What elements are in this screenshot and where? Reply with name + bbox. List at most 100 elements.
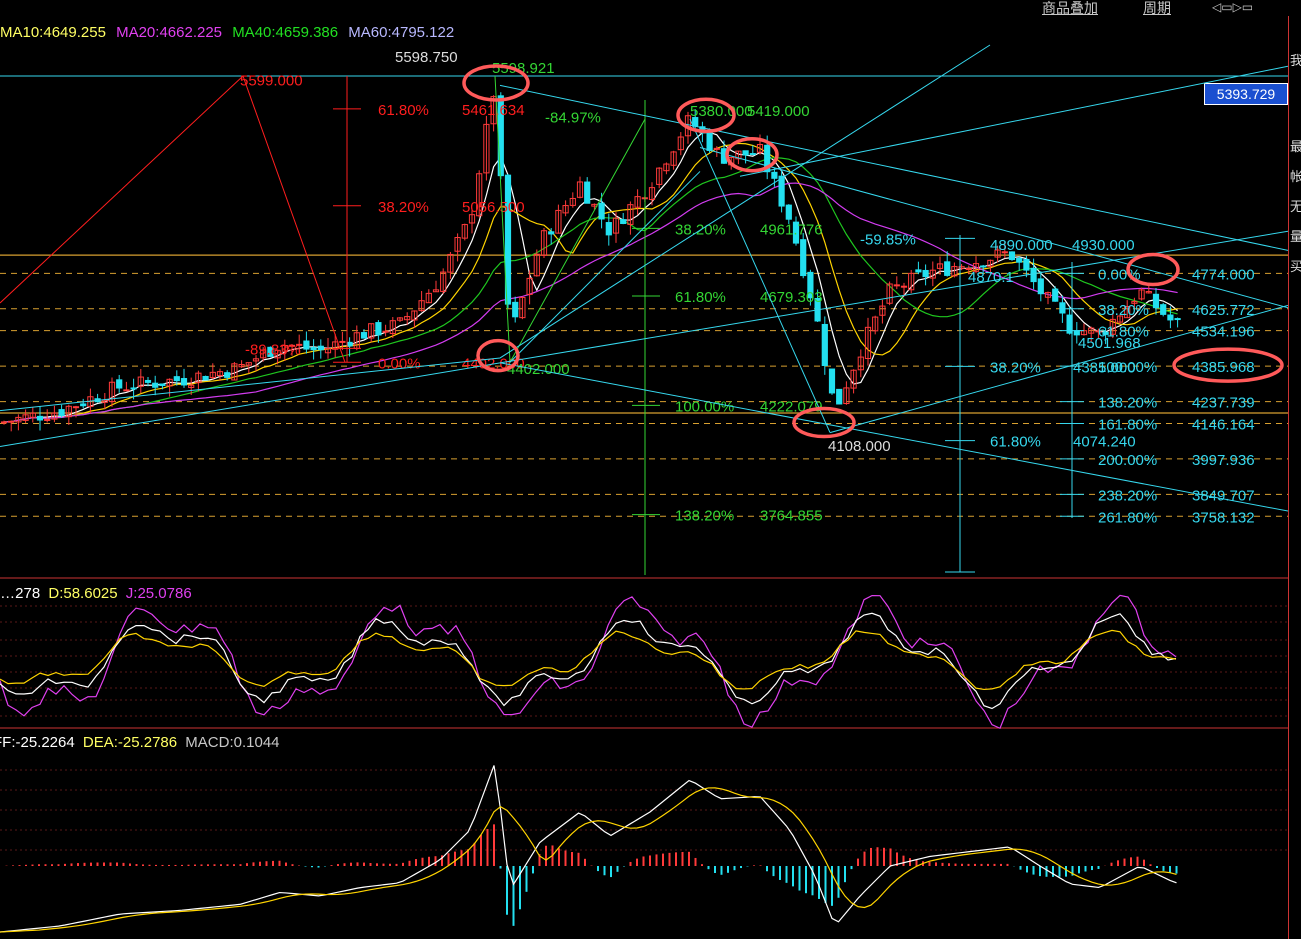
fib-green-pct: 138.20% [675,508,734,525]
candle-body [1160,304,1167,315]
fib-cyan-misc-label: 4890.000 [990,237,1053,254]
high-value-label: 5598.750 [395,49,458,66]
strip-char-3: 帐 [1290,169,1301,184]
trend-line [509,171,701,363]
candle-body [742,150,749,156]
trend-line [739,65,1288,177]
candle-body [72,406,80,409]
fib-red-swing [0,75,346,363]
fib-cyan-pct: 138.20% [1098,395,1157,412]
candle-body [8,420,15,423]
candle-body [360,332,368,339]
candle-body [130,387,137,390]
candle-body [598,202,605,220]
candle-body [1167,314,1174,321]
strip-char-6: 买 [1290,259,1301,274]
candle-body [944,261,951,276]
candle-body [1023,259,1030,271]
candle-body [821,323,828,367]
candle-body [1052,288,1059,302]
candle-body [605,222,612,236]
fib-cyan-price: 4625.772 [1192,302,1255,319]
candle-body [620,219,627,224]
fib-red-price: 5056.500 [462,199,525,216]
fib-red-high-label: 5599.000 [240,72,303,89]
candle-body [317,345,324,351]
strip-char-5: 量 [1290,229,1301,244]
fib-cyan-misc-label: 4870.1 [968,269,1014,286]
candle-body [159,383,166,387]
candle-body [1037,278,1044,295]
fib-red-pct: 61.80% [378,102,429,119]
fib-green-price: 4222.079 [760,398,823,415]
fib-cyan-price: 4534.196 [1192,324,1255,341]
strip-char-4: 无 [1290,199,1301,214]
fib-red-pct: -89.83% [245,341,301,358]
candle-body [749,153,756,156]
candle-body [584,181,591,204]
low-value-label: 4108.000 [828,438,891,455]
fib-cyan-price: 3849.707 [1192,487,1255,504]
candle-body [900,285,908,288]
candle-body [1174,318,1181,321]
candle-body [778,175,785,207]
candle-body [836,388,843,405]
candle-body [1016,257,1023,263]
candle-body [123,389,130,392]
kdj-line [0,594,1177,730]
fib-green-top-label: 5380.000 [690,103,753,120]
candle-body [915,269,922,273]
candle-body [44,418,51,421]
moving-average-line [3,157,1178,423]
fib-red-pct: 38.20% [378,199,429,216]
fib-green-pct: -84.97% [545,109,601,126]
fib-cyan-pct: 38.20% [990,359,1041,376]
fib-cyan-pct: 61.80% [990,434,1041,451]
fib-cyan-price: 4074.240 [1073,434,1136,451]
candle-body [144,379,152,383]
fib-cyan-price: 4385.968 [1192,359,1255,376]
candle-body [548,231,555,235]
fib-cyan-pct: 161.80% [1098,416,1157,433]
fib-cyan-pct: 100.00% [1098,359,1157,376]
fib-cyan-pct: 238.20% [1098,487,1157,504]
candle-body [800,239,807,277]
fib-cyan-price: 4237.739 [1192,395,1255,412]
candle-body [303,340,310,350]
candle-body [382,330,389,333]
fib-cyan-pct: 38.20% [1098,302,1149,319]
candle-body [80,403,87,407]
candle-body [713,147,720,150]
fib-cyan-misc-label: 4930.000 [1072,237,1135,254]
candle-body [180,378,188,386]
fib-cyan-price: 3997.936 [1192,452,1255,469]
kdj-line [0,612,1177,710]
candle-body [512,301,519,318]
fib-green-price: 3764.855 [760,508,823,525]
candle-body [922,269,929,278]
candle-body [1152,293,1160,309]
fib-cyan-pct: 261.80% [1098,509,1157,526]
candle-body [893,284,900,287]
fib-cyan-pct: 200.00% [1098,452,1157,469]
candle-body [339,340,346,343]
trend-line [499,362,1288,512]
candle-body [0,421,8,424]
candle-body [771,171,778,179]
fib-green-top-label: 5419.000 [747,103,810,120]
kline-chart: 61.80% 5461.63438.20% 5056.5000.00% 4402.00… [0,44,1288,933]
fib-cyan-price: 4774.000 [1192,266,1255,283]
candle-body [1059,302,1066,314]
strip-char-2: 最 [1290,139,1301,154]
candle-body [980,265,987,268]
fib-red-price: 5461.634 [462,102,525,119]
candle-body [310,347,317,351]
candle-body [116,379,123,389]
fib-cyan-pct: -59.85% [860,231,916,248]
candle-body [224,372,231,378]
fib-cyan-price: 4146.164 [1192,416,1255,433]
candle-body [152,382,159,388]
candle-body [375,322,382,336]
moving-average-line [3,182,1178,423]
candle-body [202,375,209,381]
